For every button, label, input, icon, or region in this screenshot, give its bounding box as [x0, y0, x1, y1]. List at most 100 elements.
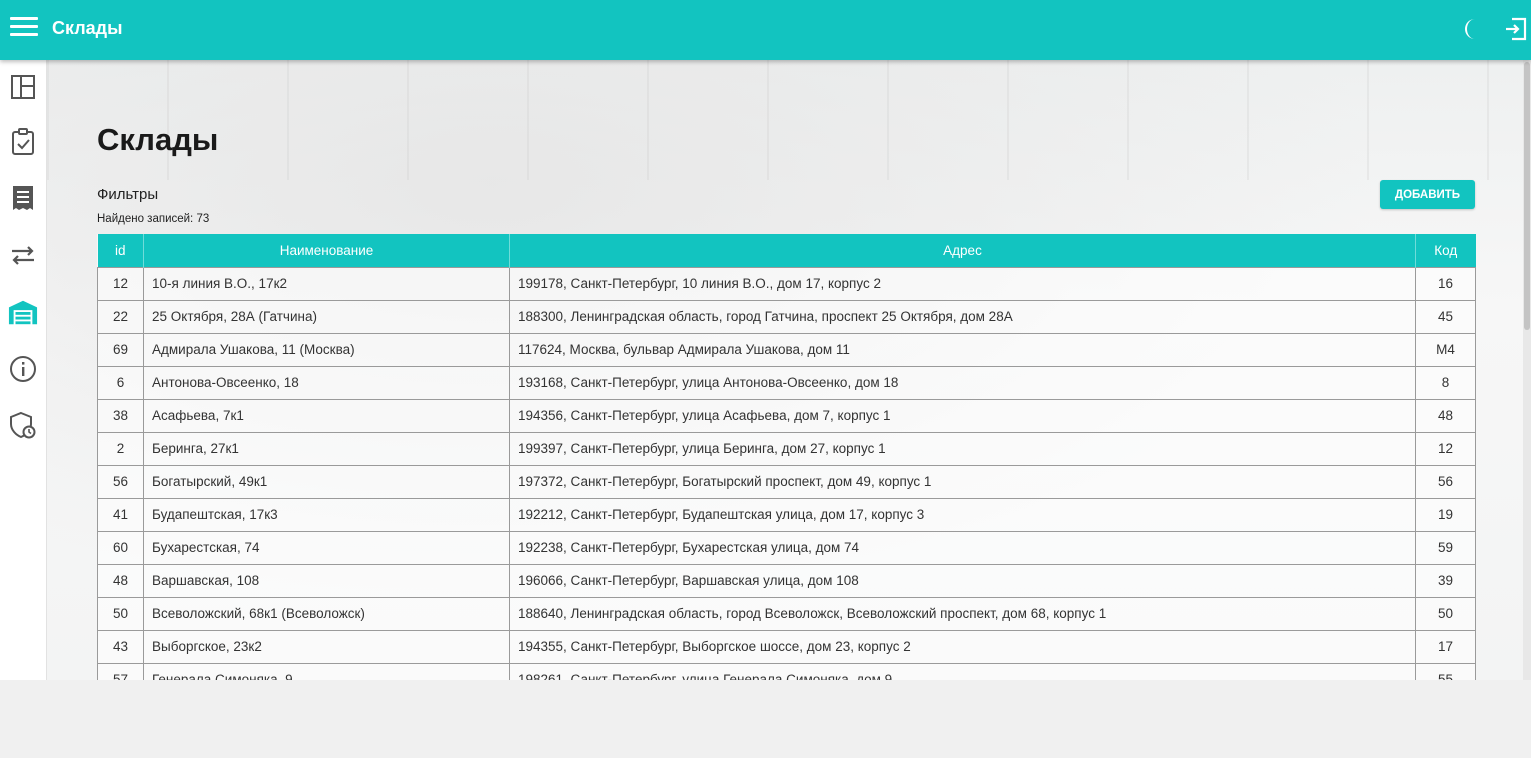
cell-name: Варшавская, 108	[143, 563, 510, 598]
scrollbar[interactable]	[1523, 60, 1531, 680]
column-header-id[interactable]: id	[97, 234, 144, 267]
table-row[interactable]: 56 Богатырский, 49к1 197372, Санкт-Петербу…	[97, 464, 1476, 499]
info-icon	[10, 356, 36, 382]
shield-icon	[10, 411, 36, 439]
table-row[interactable]: 69 Адмирала Ушакова, 11 (Москва) 117624, М…	[97, 332, 1476, 367]
records-count: Найдено записей: 73	[97, 213, 210, 225]
cell-id: 12	[97, 266, 144, 301]
table-row[interactable]: 41 Будапештская, 17к3 192212, Санкт-Петерб…	[97, 497, 1476, 532]
filters-toggle[interactable]: Фильтры	[97, 186, 158, 203]
cell-id: 69	[97, 332, 144, 367]
cell-id: 41	[97, 497, 144, 532]
column-header-address[interactable]: Адрес	[509, 234, 1416, 267]
cell-id: 50	[97, 596, 144, 631]
sidebar-item-documents[interactable]	[8, 183, 38, 213]
sidebar-item-transfers[interactable]	[8, 240, 38, 270]
clipboard-check-icon	[12, 128, 34, 155]
cell-name: Антонова-Овсеенко, 18	[143, 365, 510, 400]
cell-code: 16	[1415, 266, 1476, 301]
cell-id: 56	[97, 464, 144, 499]
menu-button[interactable]	[10, 17, 38, 41]
cell-code: 39	[1415, 563, 1476, 598]
add-button[interactable]: ДОБАВИТЬ	[1380, 180, 1475, 209]
cell-code: 19	[1415, 497, 1476, 532]
cell-name: Беринга, 27к1	[143, 431, 510, 466]
cell-name: Богатырский, 49к1	[143, 464, 510, 499]
cell-id: 38	[97, 398, 144, 433]
cell-id: 57	[97, 662, 144, 680]
logout-icon	[1506, 17, 1527, 41]
dashboard-icon	[11, 75, 35, 99]
scrollbar-thumb[interactable]	[1524, 62, 1530, 330]
cell-name: Выборгское, 23к2	[143, 629, 510, 664]
cell-id: 60	[97, 530, 144, 565]
sidebar-item-info[interactable]	[8, 354, 38, 384]
sidebar-item-security[interactable]	[8, 410, 38, 440]
table-row[interactable]: 60 Бухарестская, 74 192238, Санкт-Петербур…	[97, 530, 1476, 565]
column-header-name[interactable]: Наименование	[143, 234, 510, 267]
cell-address: 194355, Санкт-Петербург, Выборгское шосс…	[509, 629, 1416, 664]
cell-id: 2	[97, 431, 144, 466]
cell-address: 198261, Санкт-Петербург, улица Генерала …	[509, 662, 1416, 680]
warehouse-icon	[8, 300, 38, 325]
cell-address: 194356, Санкт-Петербург, улица Асафьева,…	[509, 398, 1416, 433]
transfer-icon	[12, 246, 34, 265]
menu-icon	[10, 17, 38, 36]
cell-code: 56	[1415, 464, 1476, 499]
sidebar-item-warehouses[interactable]	[8, 297, 38, 327]
cell-address: 193168, Санкт-Петербург, улица Антонова-…	[509, 365, 1416, 400]
theme-toggle-button[interactable]	[1460, 16, 1486, 42]
cell-address: 192212, Санкт-Петербург, Будапештская ул…	[509, 497, 1416, 532]
table-row[interactable]: 2 Беринга, 27к1 199397, Санкт-Петербург, у…	[97, 431, 1476, 466]
cell-code: 45	[1415, 299, 1476, 334]
cell-address: 199397, Санкт-Петербург, улица Беринга, …	[509, 431, 1416, 466]
cell-code: 59	[1415, 530, 1476, 565]
cell-address: 188640, Ленинградская область, город Все…	[509, 596, 1416, 631]
cell-name: Всеволожский, 68к1 (Всеволожск)	[143, 596, 510, 631]
table-row[interactable]: 6 Антонова-Овсеенко, 18 193168, Санкт-Пете…	[97, 365, 1476, 400]
top-app-bar: Склады	[0, 0, 1531, 60]
cell-address: 192238, Санкт-Петербург, Бухарестская ул…	[509, 530, 1416, 565]
cell-id: 43	[97, 629, 144, 664]
cell-name: Будапештская, 17к3	[143, 497, 510, 532]
sidebar-item-tasks[interactable]	[8, 127, 38, 157]
receipt-icon	[13, 186, 33, 210]
cell-code: 50	[1415, 596, 1476, 631]
moon-icon	[1465, 19, 1475, 39]
table-body: 12 10-я линия В.О., 17к2 199178, Санкт-Пет…	[97, 266, 1476, 680]
column-header-code[interactable]: Код	[1415, 234, 1476, 267]
table-row[interactable]: 57 Генерала Симоняка, 9 198261, Санкт-Пете…	[97, 662, 1476, 680]
cell-code: 8	[1415, 365, 1476, 400]
cell-name: Бухарестская, 74	[143, 530, 510, 565]
table-row[interactable]: 22 25 Октября, 28А (Гатчина) 188300, Ленин…	[97, 299, 1476, 334]
table-row[interactable]: 48 Варшавская, 108 196066, Санкт-Петербург…	[97, 563, 1476, 598]
sidebar	[0, 60, 47, 680]
table-row[interactable]: 12 10-я линия В.О., 17к2 199178, Санкт-Пет…	[97, 266, 1476, 301]
cell-id: 22	[97, 299, 144, 334]
main-content: Склады Фильтры Найдено записей: 73 ДОБАВ…	[47, 60, 1531, 680]
cell-code: 17	[1415, 629, 1476, 664]
cell-name: Генерала Симоняка, 9	[143, 662, 510, 680]
cell-id: 48	[97, 563, 144, 598]
cell-address: 196066, Санкт-Петербург, Варшавская улиц…	[509, 563, 1416, 598]
cell-address: 199178, Санкт-Петербург, 10 линия В.О., …	[509, 266, 1416, 301]
table-row[interactable]: 43 Выборгское, 23к2 194355, Санкт-Петербур…	[97, 629, 1476, 664]
cell-name: 25 Октября, 28А (Гатчина)	[143, 299, 510, 334]
cell-code: 12	[1415, 431, 1476, 466]
cell-code: 48	[1415, 398, 1476, 433]
sidebar-item-dashboard[interactable]	[8, 72, 38, 102]
cell-name: 10-я линия В.О., 17к2	[143, 266, 510, 301]
table-header-row: id Наименование Адрес Код	[97, 234, 1476, 267]
cell-address: 188300, Ленинградская область, город Гат…	[509, 299, 1416, 334]
table-row[interactable]: 38 Асафьева, 7к1 194356, Санкт-Петербург, …	[97, 398, 1476, 433]
app-title: Склады	[52, 18, 123, 38]
table-row[interactable]: 50 Всеволожский, 68к1 (Всеволожск) 188640,…	[97, 596, 1476, 631]
warehouses-table: id Наименование Адрес Код 12 10-я линия В…	[97, 234, 1476, 680]
cell-address: 197372, Санкт-Петербург, Богатырский про…	[509, 464, 1416, 499]
cell-id: 6	[97, 365, 144, 400]
page-title: Склады	[97, 122, 219, 157]
cell-address: 117624, Москва, бульвар Адмирала Ушакова…	[509, 332, 1416, 367]
cell-name: Адмирала Ушакова, 11 (Москва)	[143, 332, 510, 367]
cell-name: Асафьева, 7к1	[143, 398, 510, 433]
logout-button[interactable]	[1503, 16, 1529, 42]
